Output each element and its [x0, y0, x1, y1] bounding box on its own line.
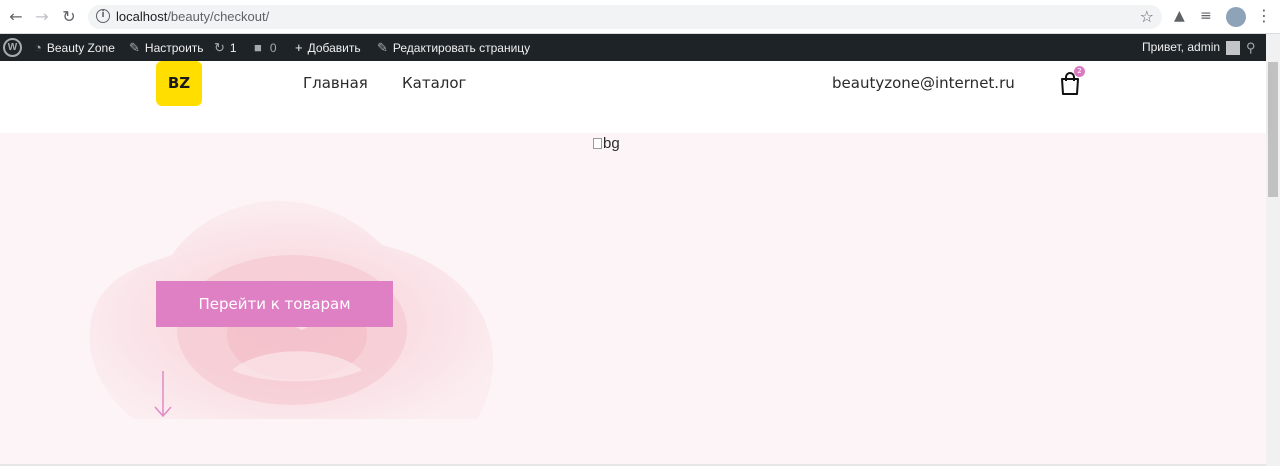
- site-logo[interactable]: BZ: [156, 61, 202, 106]
- broken-image-icon: [593, 138, 602, 149]
- admin-bar-new[interactable]: + Добавить: [295, 34, 361, 61]
- site-info-icon[interactable]: i: [96, 9, 110, 23]
- edit-label: Редактировать страницу: [392, 41, 531, 55]
- greeting-text: Привет, admin: [1142, 40, 1221, 54]
- brush-icon: ✎: [129, 40, 140, 55]
- admin-bar-edit[interactable]: ✎ Редактировать страницу: [377, 34, 530, 61]
- updates-count: 1: [229, 41, 237, 55]
- url-host: localhost: [116, 9, 168, 24]
- comments-count: 0: [269, 41, 277, 55]
- nav-link-home[interactable]: Главная: [303, 74, 368, 92]
- extensions-icon[interactable]: ▲: [1174, 8, 1185, 24]
- page-scrollbar[interactable]: [1266, 34, 1280, 466]
- admin-avatar: [1226, 40, 1241, 55]
- address-bar[interactable]: i localhost/beauty/checkout/ ☆: [88, 5, 1162, 29]
- reading-list-icon[interactable]: ≡: [1200, 8, 1212, 24]
- scrollbar-thumb[interactable]: [1268, 62, 1278, 197]
- url-text[interactable]: localhost/beauty/checkout/: [116, 9, 269, 24]
- go-to-products-button[interactable]: Перейти к товарам: [156, 281, 393, 327]
- dashboard-icon: ◔: [34, 40, 42, 55]
- cart-count-badge: 2: [1074, 66, 1085, 77]
- contact-email-link[interactable]: beautyzone@internet.ru: [832, 74, 1015, 92]
- broken-image-bg: bg: [593, 135, 620, 152]
- hero-section: bg Перейти к товарам: [0, 133, 1266, 464]
- customize-label: Настроить: [144, 41, 204, 55]
- new-label: Добавить: [307, 41, 361, 55]
- browser-menu-icon[interactable]: ⋮: [1256, 6, 1272, 25]
- reload-icon[interactable]: ↻: [59, 7, 79, 27]
- plus-icon: +: [295, 40, 303, 55]
- admin-bar-updates[interactable]: ↻ 1: [214, 34, 237, 61]
- back-arrow-icon[interactable]: ←: [6, 7, 26, 27]
- image-alt-text: bg: [603, 135, 620, 152]
- site-header: BZ Главная Каталог beautyzone@internet.r…: [0, 61, 1266, 133]
- site-name: Beauty Zone: [46, 41, 115, 55]
- scroll-down-arrow-icon[interactable]: [152, 369, 174, 419]
- admin-search-icon[interactable]: ⚲: [1246, 34, 1256, 61]
- cart-button[interactable]: 2: [1059, 66, 1085, 96]
- profile-avatar[interactable]: [1226, 7, 1246, 27]
- nav-link-catalog[interactable]: Каталог: [402, 74, 466, 92]
- forward-arrow-icon[interactable]: →: [32, 7, 52, 27]
- wp-admin-bar: W ◔ Beauty Zone ✎ Настроить ↻ 1 ■ 0 + Добавит…: [0, 34, 1266, 61]
- admin-bar-comments[interactable]: ■ 0: [254, 34, 277, 61]
- search-icon: ⚲: [1246, 40, 1256, 55]
- pencil-icon: ✎: [377, 40, 388, 55]
- admin-bar-site[interactable]: ◔ Beauty Zone: [34, 34, 115, 61]
- comment-icon: ■: [254, 40, 262, 55]
- wordpress-logo-icon[interactable]: W: [3, 38, 22, 57]
- browser-toolbar: ← → ↻ i localhost/beauty/checkout/ ☆ ▲ ≡…: [0, 0, 1280, 34]
- bookmark-star-icon[interactable]: ☆: [1140, 7, 1154, 26]
- admin-bar-account[interactable]: Привет, admin: [1142, 34, 1241, 61]
- url-path: /beauty/checkout/: [167, 9, 270, 24]
- updates-icon: ↻: [214, 40, 225, 55]
- admin-bar-customize[interactable]: ✎ Настроить: [129, 34, 204, 61]
